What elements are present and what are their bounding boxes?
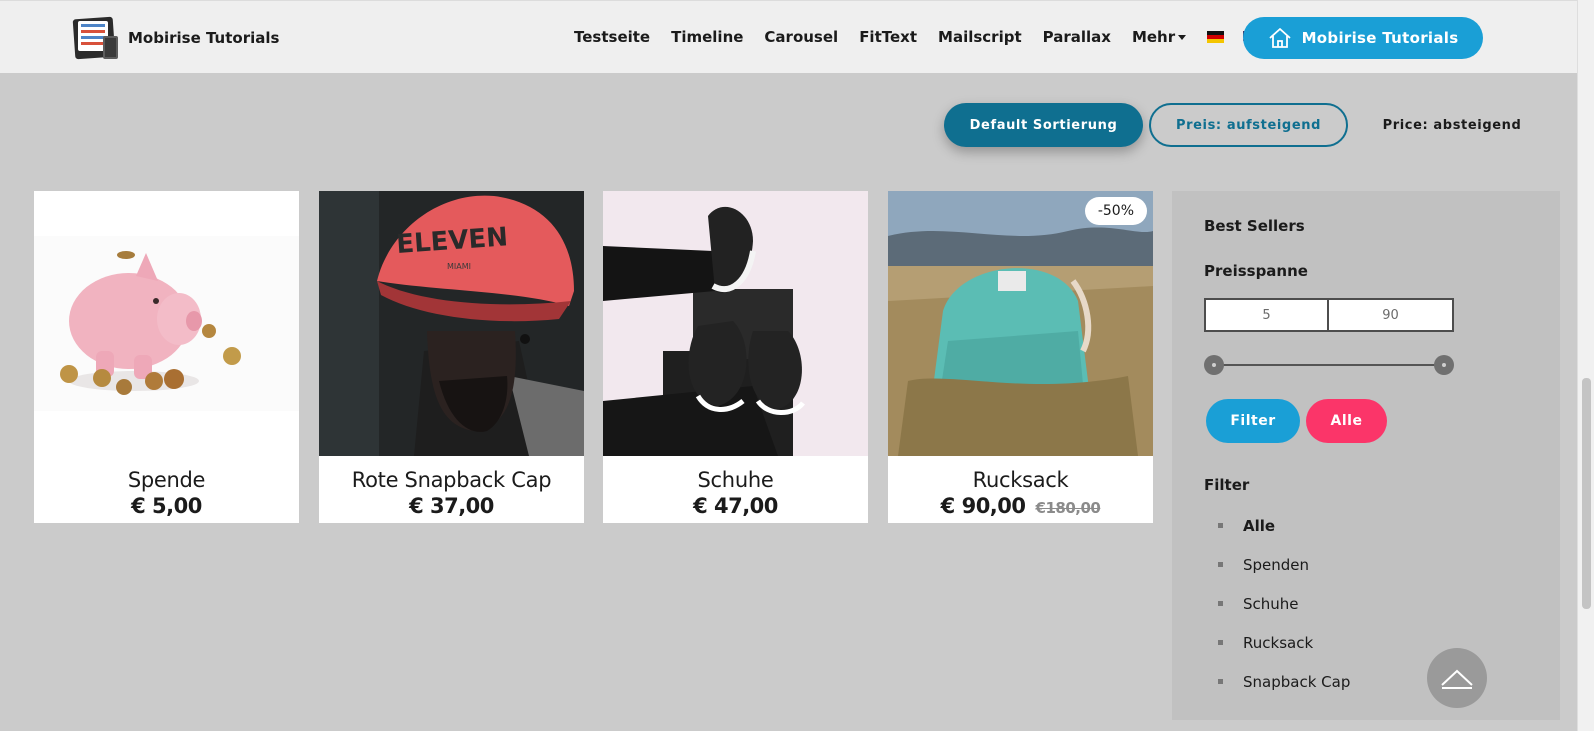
bullet-icon (1218, 523, 1223, 528)
slider-max-handle[interactable] (1434, 355, 1454, 375)
category-label: Schuhe (1243, 594, 1299, 613)
category-item-snapback-cap[interactable]: Snapback Cap (1218, 662, 1350, 701)
category-label: Alle (1243, 516, 1276, 535)
nav-item-mehr[interactable]: Mehr (1131, 28, 1187, 46)
price-min-input[interactable] (1206, 300, 1329, 330)
best-sellers-title[interactable]: Best Sellers (1204, 217, 1305, 235)
slider-track[interactable] (1214, 364, 1444, 366)
category-label: Rucksack (1243, 633, 1314, 652)
product-price: € 90,00 €180,00 (888, 494, 1153, 518)
category-label: Spenden (1243, 555, 1310, 574)
nav-item-testseite[interactable]: Testseite (574, 28, 650, 46)
mobirise-tutorials-button-label: Mobirise Tutorials (1301, 29, 1459, 47)
product-card-schuhe[interactable]: Schuhe € 47,00 (603, 191, 868, 523)
sneakers-image[interactable] (603, 191, 868, 456)
product-card-spende[interactable]: Spende € 5,00 (34, 191, 299, 523)
bullet-icon (1218, 679, 1223, 684)
slider-min-handle[interactable] (1204, 355, 1224, 375)
category-item-rucksack[interactable]: Rucksack (1218, 623, 1350, 662)
chevron-up-icon (1441, 669, 1473, 689)
product-name[interactable]: Spende (34, 468, 299, 492)
category-item-schuhe[interactable]: Schuhe (1218, 584, 1350, 623)
category-label: Snapback Cap (1243, 672, 1351, 691)
backpack-image[interactable] (888, 191, 1153, 456)
nav-item-mehr-label: Mehr (1131, 28, 1176, 46)
product-price: € 37,00 (409, 494, 494, 518)
svg-text:MIAMI: MIAMI (447, 262, 471, 271)
mobirise-tutorials-button[interactable]: Mobirise Tutorials (1243, 17, 1483, 59)
home-icon (1268, 28, 1291, 48)
product-name[interactable]: Rote Snapback Cap (319, 468, 584, 492)
price-max-input[interactable] (1329, 300, 1452, 330)
sort-price-asc-button[interactable]: Preis: aufsteigend (1149, 103, 1348, 147)
sidebar: Best Sellers Preisspanne Filter Alle Fil… (1172, 191, 1560, 720)
product-card-rote-snapback-cap[interactable]: ELEVEN MIAMI Rote Snapback Cap € 37,00 (319, 191, 584, 523)
brand[interactable]: Mobirise Tutorials (72, 15, 279, 61)
price-range-slider[interactable] (1204, 355, 1454, 375)
product-current-price: € 90,00 (940, 494, 1026, 518)
piggy-bank-image[interactable] (34, 191, 299, 456)
bullet-icon (1218, 562, 1223, 567)
german-flag-icon[interactable] (1207, 31, 1225, 43)
product-price: € 5,00 (131, 494, 202, 518)
bullet-icon (1218, 601, 1223, 606)
category-list: Alle Spenden Schuhe Rucksack Snapback Ca… (1218, 506, 1350, 701)
snapback-cap-image[interactable]: ELEVEN MIAMI (319, 191, 584, 456)
discount-badge: -50% (1084, 197, 1147, 225)
brand-logo-icon[interactable] (72, 15, 122, 61)
product-name[interactable]: Schuhe (603, 468, 868, 492)
bullet-icon (1218, 640, 1223, 645)
alle-button[interactable]: Alle (1306, 399, 1387, 443)
product-card-rucksack[interactable]: -50% Rucksack € 90,00 €180,00 (888, 191, 1153, 523)
category-item-alle[interactable]: Alle (1218, 506, 1350, 545)
price-range-inputs (1204, 298, 1454, 332)
product-old-price: €180,00 (1035, 499, 1101, 517)
category-item-spenden[interactable]: Spenden (1218, 545, 1350, 584)
brand-name[interactable]: Mobirise Tutorials (128, 29, 279, 47)
nav-item-parallax[interactable]: Parallax (1043, 28, 1111, 46)
price-range-title: Preisspanne (1204, 262, 1308, 280)
product-name[interactable]: Rucksack (888, 468, 1153, 492)
filter-button[interactable]: Filter (1206, 399, 1300, 443)
nav-item-mailscript[interactable]: Mailscript (938, 28, 1022, 46)
product-price: € 47,00 (693, 494, 778, 518)
main-nav: Testseite Timeline Carousel FitText Mail… (574, 28, 1279, 46)
scrollbar-thumb[interactable] (1582, 378, 1591, 609)
nav-item-carousel[interactable]: Carousel (764, 28, 838, 46)
caret-down-icon (1178, 35, 1187, 40)
nav-item-fittext[interactable]: FitText (859, 28, 917, 46)
nav-item-timeline[interactable]: Timeline (671, 28, 743, 46)
sort-price-desc-button[interactable]: Price: absteigend (1367, 103, 1537, 147)
scroll-to-top-button[interactable] (1427, 648, 1487, 708)
navbar: Mobirise Tutorials Testseite Timeline Ca… (0, 0, 1577, 73)
filter-title: Filter (1204, 476, 1250, 494)
page-scrollbar[interactable] (1577, 0, 1594, 731)
sort-default-button[interactable]: Default Sortierung (944, 103, 1143, 147)
